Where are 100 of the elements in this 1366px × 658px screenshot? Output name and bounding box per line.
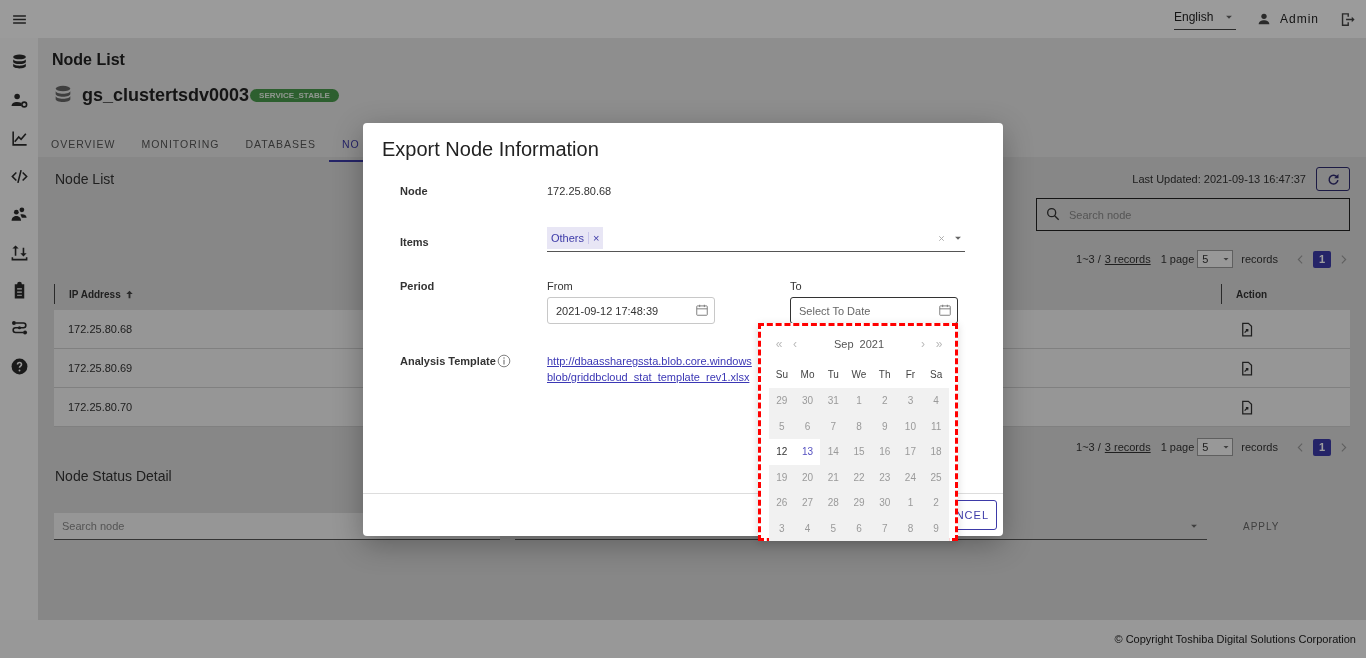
field-label: Node xyxy=(400,184,428,199)
tag-remove-button[interactable]: × xyxy=(589,232,600,244)
weekday-label: Fr xyxy=(904,368,917,382)
page-button[interactable]: 1 xyxy=(1313,438,1331,456)
calendar-day: 4 xyxy=(923,388,949,414)
user-settings-icon[interactable] xyxy=(9,91,29,110)
template-link[interactable]: http://dbaassharegssta.blob.core.windows blob/griddbcloud_stat_template_rev1.xlsx xyxy=(547,353,762,385)
calendar-day: 1 xyxy=(846,388,872,414)
export-file-icon[interactable] xyxy=(1239,321,1254,337)
weekday-label: Th xyxy=(877,368,892,382)
page-button[interactable]: 1 xyxy=(1313,250,1331,268)
date-field[interactable]: Select To Date xyxy=(790,297,958,324)
page-size-select[interactable]: 5 xyxy=(1197,438,1234,456)
table-cell-text: 172.25.80.70 xyxy=(67,401,133,413)
refresh-button[interactable] xyxy=(1316,167,1350,191)
year-label[interactable]: 2021 xyxy=(859,338,885,350)
calendar-day: 29 xyxy=(769,388,795,414)
calendar-day: 30 xyxy=(794,388,821,414)
calendar-day: 3 xyxy=(897,388,924,414)
calendar-day: 18 xyxy=(923,439,949,465)
field-label: Items xyxy=(400,235,429,250)
field-value: 172.25.80.68 xyxy=(547,185,612,197)
code-icon[interactable] xyxy=(9,167,29,186)
column-header[interactable]: IP Address xyxy=(54,284,135,304)
field-label: Analysis Template xyxy=(400,354,496,369)
calendar-day: 31 xyxy=(820,388,847,414)
calendar-day: 28 xyxy=(820,490,847,516)
weekday-label: Tu xyxy=(826,368,840,382)
calendar-day: 30 xyxy=(871,490,898,516)
copyright-text: © Copyright Toshiba Digital Solutions Corporation xyxy=(1114,633,1356,645)
export-file-icon[interactable] xyxy=(1239,360,1254,376)
calendar-day: 5 xyxy=(820,515,847,541)
calendar-day: 11 xyxy=(923,413,949,439)
calendar-day: 3 xyxy=(769,515,795,541)
section-title: Node Status Detail xyxy=(54,467,172,485)
tab[interactable]: OVERVIEW xyxy=(38,126,129,162)
calendar-day: 2 xyxy=(871,388,898,414)
calendar-day: 25 xyxy=(923,464,949,490)
language-select[interactable]: English xyxy=(1174,8,1236,30)
transfer-icon[interactable] xyxy=(9,243,29,262)
calendar-icon xyxy=(695,303,709,317)
field-label: To xyxy=(790,279,803,294)
weekday-label: Sa xyxy=(929,368,944,382)
record-range: 1~3 / xyxy=(1076,441,1101,453)
apply-button[interactable]: APPLY xyxy=(1231,515,1292,538)
calendar-icon xyxy=(938,303,952,317)
calendar-day: 17 xyxy=(897,439,924,465)
chart-icon[interactable] xyxy=(9,129,29,148)
field-label: Period xyxy=(400,279,435,294)
tab[interactable]: DATABASES xyxy=(232,126,329,162)
calendar-day: 5 xyxy=(769,413,795,439)
calendar-day: 19 xyxy=(769,464,795,490)
date-field[interactable]: 2021-09-12 17:48:39 xyxy=(547,297,715,324)
weekday-label: Mo xyxy=(799,368,816,382)
calendar-day: 15 xyxy=(846,439,872,465)
calendar-day: 1 xyxy=(897,490,924,516)
calendar-day: 9 xyxy=(923,515,949,541)
month-label[interactable]: Sep xyxy=(833,338,854,350)
section-title: Node List xyxy=(54,171,115,187)
user-name: Admin xyxy=(1280,12,1319,26)
column-header[interactable]: Action xyxy=(1221,284,1350,304)
table-cell-text: 172.25.80.68 xyxy=(67,323,133,335)
calendar-day: 16 xyxy=(871,439,898,465)
user-icon xyxy=(1256,11,1272,27)
calendar-day: 27 xyxy=(794,490,821,516)
info-icon[interactable] xyxy=(496,354,511,368)
weekday-label: Su xyxy=(774,368,789,382)
weekday-label: We xyxy=(850,368,868,382)
records-link[interactable]: 3 records xyxy=(1104,441,1151,453)
record-range: 1~3 / xyxy=(1076,253,1101,265)
page-size-select[interactable]: 5 xyxy=(1197,250,1234,268)
logout-icon[interactable] xyxy=(1339,10,1356,28)
calendar-day: 21 xyxy=(820,464,847,490)
calendar-day: 6 xyxy=(846,515,872,541)
calendar-day: 29 xyxy=(846,490,872,516)
page-label: 1 page xyxy=(1160,253,1195,265)
table-cell-text: 172.25.80.69 xyxy=(67,362,133,374)
help-icon[interactable] xyxy=(9,357,29,376)
calendar-day: 7 xyxy=(820,413,847,439)
export-file-icon[interactable] xyxy=(1239,399,1254,415)
calendar-day: 22 xyxy=(846,464,872,490)
status-badge: SERVICE_STABLE xyxy=(250,88,339,102)
calendar-day: 26 xyxy=(769,490,795,516)
tab[interactable]: MONITORING xyxy=(128,126,233,162)
page-label: 1 page xyxy=(1160,441,1195,453)
items-select[interactable]: Others × xyxy=(547,226,965,252)
calendar-day: 14 xyxy=(820,439,847,465)
calendar-day: 8 xyxy=(846,413,872,439)
last-updated-text: Last Updated: 2021-09-13 16:47:37 xyxy=(1132,173,1306,185)
field-label: From xyxy=(547,279,574,294)
dialog-title: Export Node Information xyxy=(381,137,600,161)
records-label: records xyxy=(1241,441,1278,453)
cluster-name: gs_clustertsdv0003 xyxy=(82,84,250,106)
page-title: Node List xyxy=(52,50,126,70)
records-label: records xyxy=(1241,253,1278,265)
search-icon xyxy=(1045,206,1061,222)
tag-label: Others xyxy=(551,232,589,244)
records-link[interactable]: 3 records xyxy=(1104,253,1151,265)
calendar-day: 2 xyxy=(923,490,949,516)
users-icon[interactable] xyxy=(9,205,29,224)
